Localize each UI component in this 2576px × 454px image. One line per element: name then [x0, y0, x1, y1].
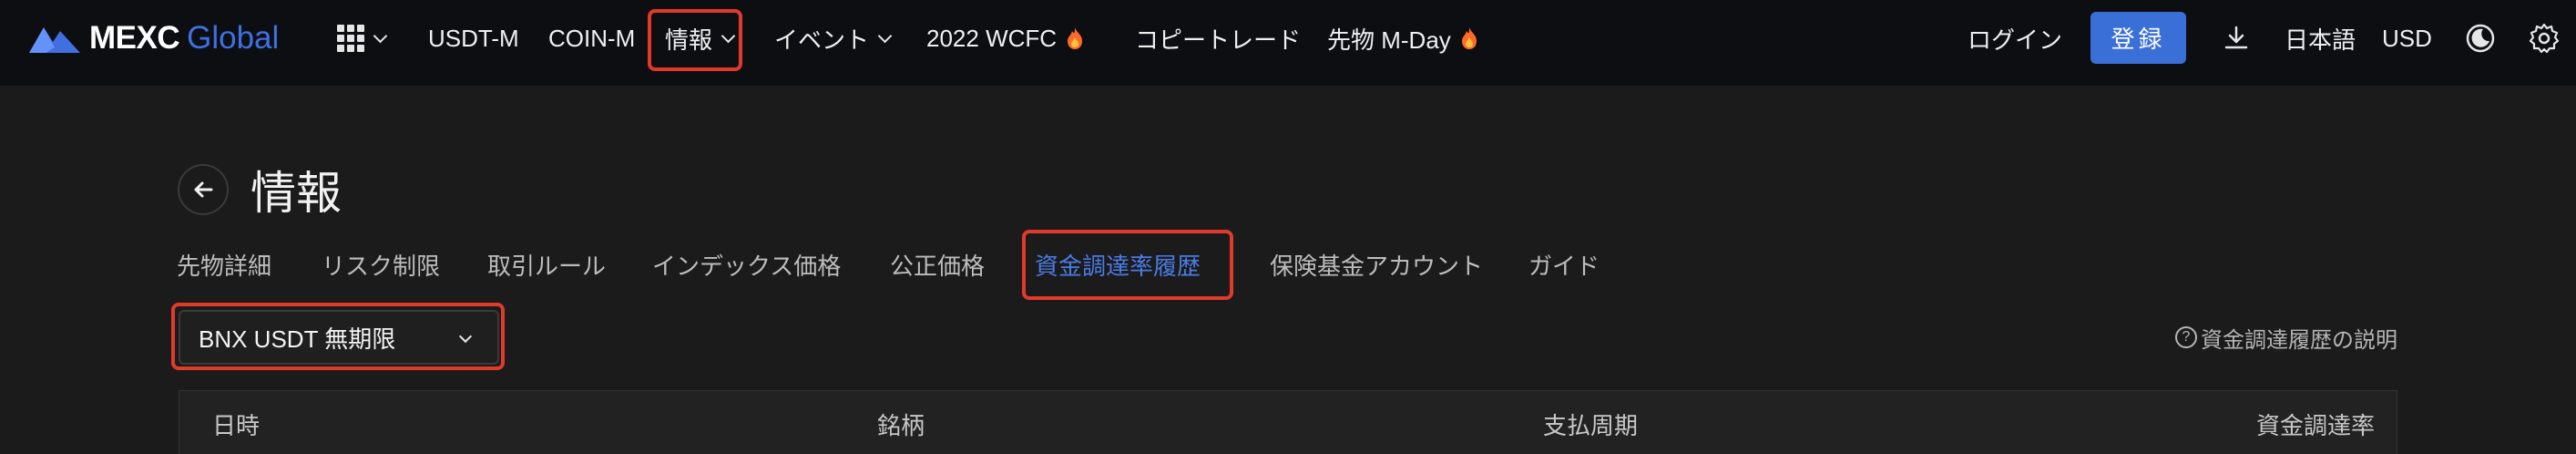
register-button[interactable]: 登録 — [2090, 12, 2186, 64]
tab-risk-limit[interactable]: リスク制限 — [322, 246, 440, 283]
chevron-down-icon — [458, 329, 473, 344]
back-button[interactable] — [178, 164, 229, 215]
tab-label: 公正価格 — [890, 253, 986, 281]
nav-events[interactable]: イベント — [774, 18, 893, 58]
tab-insurance-fund[interactable]: 保険基金アカウント — [1270, 246, 1483, 283]
language-selector[interactable]: 日本語 — [2285, 18, 2356, 58]
nav-label: イベント — [774, 26, 870, 54]
contract-select-value: BNX USDT 無期限 — [199, 325, 396, 353]
column-header-payment-interval: 支払周期 — [1543, 413, 1639, 440]
logo-text: MEXC — [89, 20, 180, 56]
funding-history-help-link[interactable]: ? 資金調達履歴の説明 — [2175, 319, 2397, 356]
login-label: ログイン — [1968, 26, 2063, 54]
fire-icon — [1068, 27, 1083, 49]
nav-info[interactable]: 情報 — [665, 18, 736, 58]
column-header-symbol: 銘柄 — [877, 413, 925, 440]
nav-label: 2022 WCFC — [926, 24, 1058, 52]
tab-funding-rate-history[interactable]: 資金調達率履歴 — [1035, 246, 1201, 283]
nav-m-day[interactable]: 先物 M-Day — [1327, 18, 1478, 58]
currency-label: USD — [2382, 24, 2432, 52]
logo-subtext: Global — [187, 20, 280, 56]
tab-label: 先物詳細 — [177, 253, 272, 281]
download-icon — [2224, 26, 2248, 49]
gear-icon — [2529, 23, 2560, 54]
tab-label: 保険基金アカウント — [1270, 253, 1484, 281]
fire-icon — [1461, 27, 1477, 49]
nav-label: 先物 M-Day — [1327, 26, 1451, 54]
nav-label: COIN-M — [548, 24, 636, 52]
nav-label: コピートレード — [1135, 26, 1302, 54]
page-title: 情報 — [250, 167, 342, 220]
chevron-down-icon — [877, 28, 893, 43]
chevron-down-icon — [721, 28, 736, 43]
theme-toggle-button[interactable] — [2462, 20, 2499, 57]
tab-index-price[interactable]: インデックス価格 — [652, 246, 841, 283]
register-label: 登録 — [2111, 26, 2166, 53]
tab-label: 資金調達率履歴 — [1035, 253, 1201, 281]
grid-icon — [337, 25, 364, 52]
contract-select[interactable]: BNX USDT 無期限 — [179, 310, 499, 365]
nav-label: 情報 — [665, 26, 713, 54]
language-label: 日本語 — [2285, 26, 2356, 54]
tab-trading-rules[interactable]: 取引ルール — [487, 246, 606, 283]
mexc-mountain-icon — [29, 27, 80, 53]
mexc-logo[interactable]: MEXC Global — [27, 18, 279, 58]
tab-guide[interactable]: ガイド — [1528, 246, 1600, 283]
tab-label: 取引ルール — [487, 253, 607, 281]
tab-label: リスク制限 — [322, 253, 441, 281]
column-header-funding-rate: 資金調達率 — [2255, 413, 2375, 440]
tab-label: ガイド — [1528, 253, 1600, 281]
question-circle-icon: ? — [2175, 326, 2197, 348]
arrow-left-icon — [194, 181, 213, 198]
top-navigation-bar: MEXC Global USDT-M COIN-M 情報 イベント 2022 W… — [0, 0, 2576, 86]
moon-icon — [2466, 24, 2495, 53]
download-button[interactable] — [2218, 20, 2254, 57]
funding-rate-table: 日時 銘柄 支払周期 資金調達率 — [179, 390, 2397, 454]
chevron-down-icon — [373, 28, 388, 43]
settings-button[interactable] — [2526, 20, 2562, 57]
help-link-label: 資金調達履歴の説明 — [2201, 326, 2397, 353]
nav-copy-trade[interactable]: コピートレード — [1135, 18, 1301, 58]
login-link[interactable]: ログイン — [1968, 18, 2062, 58]
nav-label: USDT-M — [428, 24, 519, 52]
nav-wcfc[interactable]: 2022 WCFC — [926, 18, 1084, 58]
tab-contract-details[interactable]: 先物詳細 — [177, 246, 271, 283]
tab-fair-price[interactable]: 公正価格 — [890, 246, 985, 283]
nav-usdt-m[interactable]: USDT-M — [428, 18, 519, 58]
column-header-time: 日時 — [212, 413, 261, 440]
currency-selector[interactable]: USD — [2382, 18, 2432, 58]
nav-coin-m[interactable]: COIN-M — [548, 18, 635, 58]
tab-label: インデックス価格 — [652, 253, 842, 281]
apps-menu-button[interactable] — [337, 18, 388, 58]
